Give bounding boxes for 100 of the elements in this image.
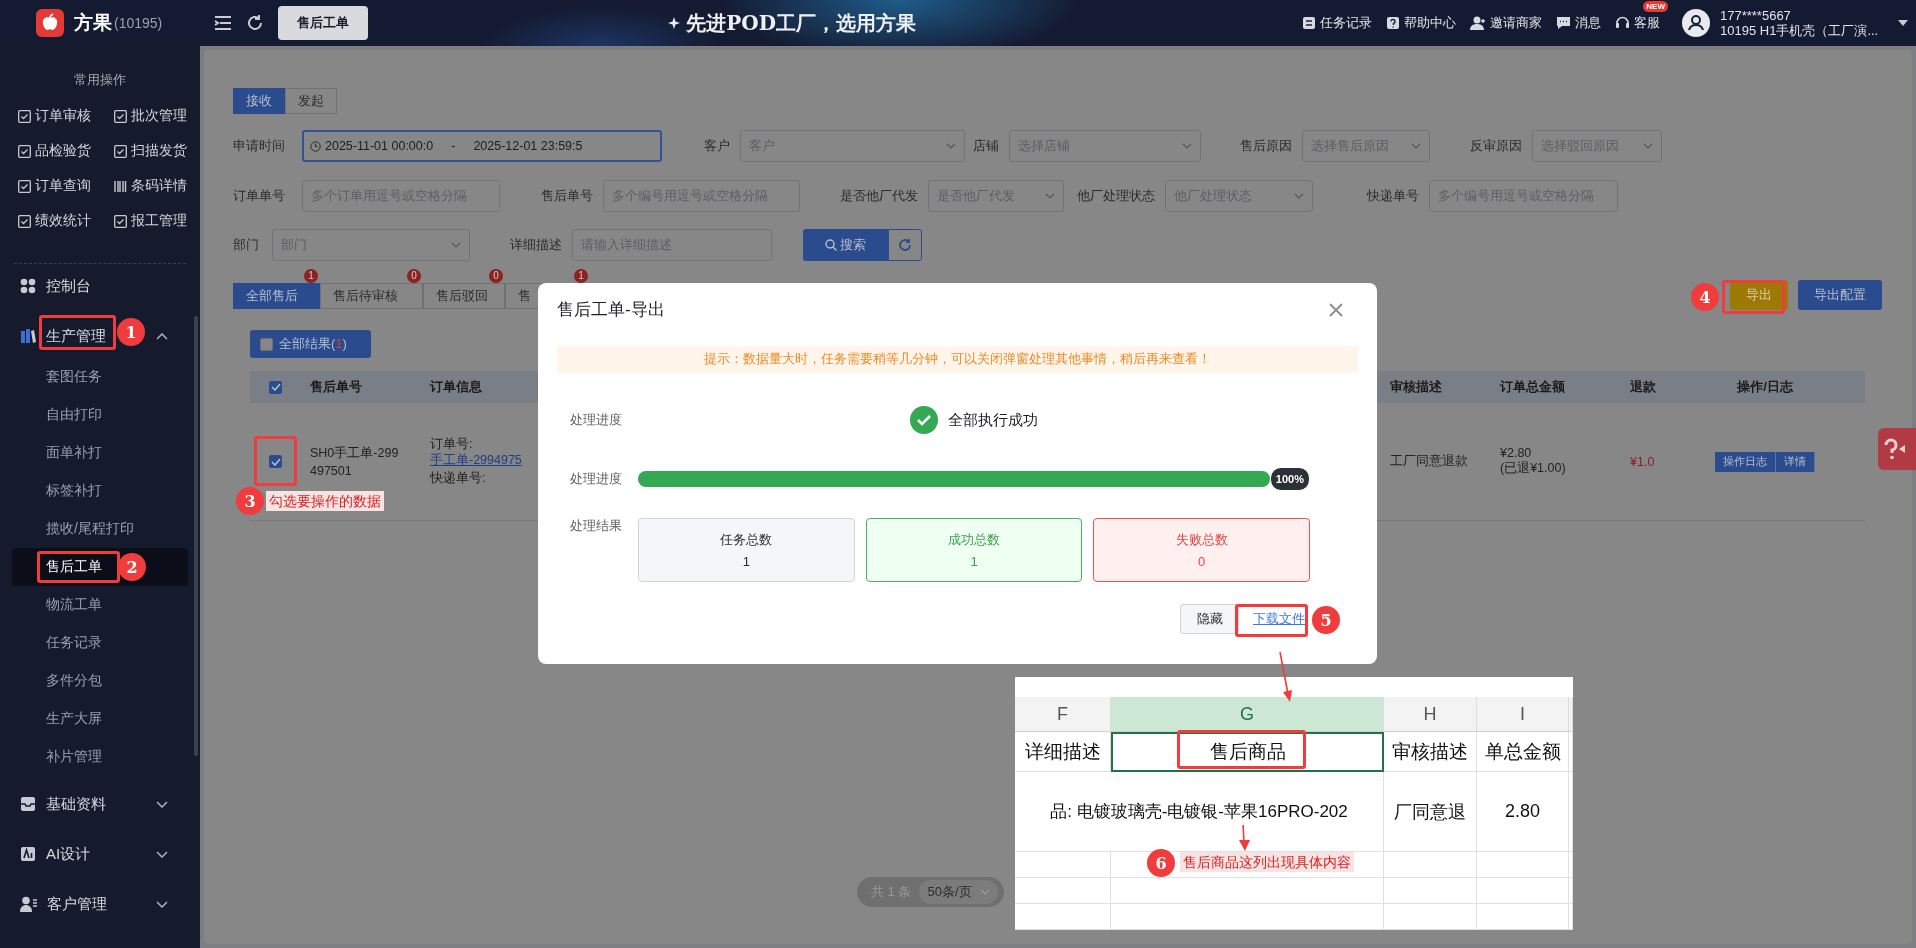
column-header: 订单总金额 [1500, 378, 1565, 396]
header-link[interactable]: 消息 [1556, 14, 1601, 32]
header-link[interactable]: 任务记录 [1302, 14, 1372, 32]
amount: ¥2.80 [1500, 446, 1532, 460]
header-link[interactable]: 邀请商家 [1470, 14, 1542, 32]
header-link[interactable]: 客服 [1615, 14, 1660, 32]
user-icon [20, 896, 37, 912]
submenu-item[interactable]: 补片管理 [46, 748, 102, 766]
search-button[interactable]: 搜索 [803, 229, 888, 261]
sheet-cell-text: 品: 电镀玻璃壳-电镀银-苹果16PRO-202 [1050, 801, 1348, 823]
shortcut-link[interactable]: 条码详情 [114, 174, 210, 198]
caret-icon[interactable] [1898, 20, 1908, 26]
help-tab[interactable] [1878, 428, 1916, 470]
checkbox[interactable] [260, 337, 273, 351]
chip-icon [20, 846, 36, 862]
direction-tab[interactable]: 接收 [233, 88, 285, 114]
table-cell: 工厂同意退款 [1390, 453, 1468, 470]
sheet-cell-text: 审核描述 [1392, 739, 1468, 764]
search-icon [825, 239, 837, 251]
download-link[interactable]: 下载文件 [1253, 610, 1305, 628]
form-icon [18, 144, 31, 158]
shortcut-link[interactable]: 报工管理 [114, 209, 210, 233]
menu-icon[interactable] [214, 15, 233, 31]
filter-label: 他厂处理状态 [1076, 187, 1155, 205]
submenu-item[interactable]: 揽收/尾程打印 [46, 520, 134, 538]
open-tab[interactable]: 售后工单 [278, 6, 369, 40]
submenu-item[interactable]: 物流工单 [46, 596, 102, 614]
date-range-field[interactable]: 2025-11-01 00:00:0 - 2025-12-01 23:59:5 [302, 130, 662, 162]
sheet-cell: 2.80 [1504, 801, 1540, 822]
column-header: 退款 [1630, 378, 1656, 396]
filter-label: 快递单号 [1366, 187, 1419, 205]
scrollbar[interactable] [194, 316, 198, 756]
close-icon[interactable] [1329, 302, 1343, 317]
submenu-item[interactable]: 套图任务 [46, 368, 102, 386]
submenu-item[interactable]: 自由打印 [46, 406, 102, 424]
status-tab[interactable]: 全部售后 [233, 283, 320, 309]
menu-item[interactable]: 基础资料 [20, 794, 106, 814]
action-button[interactable]: 操作日志 [1715, 451, 1776, 472]
dialog-title: 售后工单-导出 [557, 299, 665, 321]
sheet-cell-text: 售后商品 [1209, 740, 1286, 764]
field-label: 处理结果 [570, 518, 623, 535]
refresh-icon [898, 238, 912, 252]
filter-label: 是否他厂代发 [839, 187, 918, 205]
chevron-icon[interactable] [156, 800, 168, 808]
submenu-item[interactable]: 面单补打 [46, 444, 102, 462]
refunded-amount: (已退¥1.00) [1500, 460, 1566, 477]
filter-label: 详细描述 [509, 236, 562, 254]
arrow [1239, 824, 1250, 851]
result-value: 1 [970, 554, 978, 569]
express-number: 快递单号: [430, 470, 486, 487]
chevron-icon [1045, 193, 1055, 199]
menu-item[interactable]: AI设计 [20, 844, 91, 864]
result-label: 成功总数 [948, 531, 1000, 549]
chevron-icon[interactable] [156, 332, 168, 340]
column-header: 操作/日志 [1737, 378, 1793, 396]
filter-label: 申请时间 [233, 137, 286, 155]
count-badge: 0 [407, 269, 421, 283]
shortcut-link[interactable]: 绩效统计 [18, 209, 114, 233]
checkbox[interactable] [269, 380, 282, 394]
column-header: 售后单号 [310, 378, 362, 396]
filter-label: 部门 [233, 236, 260, 254]
status-tab[interactable]: 售后待审核 [320, 283, 423, 309]
shortcut-link[interactable]: 订单查询 [18, 174, 114, 198]
sheet-cell-text: 详细描述 [1024, 739, 1101, 764]
grid-icon [20, 278, 36, 294]
export-button[interactable]: 导出配置 [1798, 280, 1882, 310]
shortcut-link[interactable]: 批次管理 [114, 104, 210, 128]
header-link[interactable]: 帮助中心 [1386, 14, 1456, 32]
question-icon [1882, 438, 1908, 460]
action-button[interactable]: 详情 [1776, 451, 1815, 472]
submenu-item[interactable]: 生产大屏 [46, 710, 102, 728]
bars-icon [114, 179, 127, 193]
chevron-icon[interactable] [156, 900, 168, 908]
all-results-button[interactable]: 全部结果(1) [250, 330, 371, 358]
headset-icon [1615, 16, 1630, 30]
new-badge: NEW [1643, 1, 1668, 12]
menu-item[interactable]: 客户管理 [20, 894, 107, 914]
submenu-item[interactable]: 任务记录 [46, 634, 102, 652]
checkbox[interactable] [269, 455, 282, 468]
chevron-icon [979, 889, 990, 895]
account-id: (10195) [114, 15, 163, 31]
direction-tab[interactable]: 发起 [285, 88, 337, 114]
hide-button[interactable]: 隐藏 [1180, 604, 1239, 634]
filter-label: 订单单号 [233, 187, 286, 205]
column-letter: G [1111, 697, 1384, 732]
shortcut-link[interactable]: 订单审核 [18, 104, 114, 128]
form-icon [18, 214, 31, 228]
menu-item[interactable]: 控制台 [20, 276, 91, 296]
order-number: 订单号: 手工单-2994975 [430, 436, 522, 468]
refresh-icon[interactable] [246, 14, 265, 32]
chevron-icon[interactable] [156, 850, 168, 858]
shortcut-link[interactable]: 品检验货 [18, 139, 114, 163]
avatar-icon[interactable] [1682, 9, 1710, 37]
submenu-item[interactable]: 标签补打 [46, 482, 102, 500]
submenu-item[interactable]: 多件分包 [46, 672, 102, 690]
menu-item[interactable]: 生产管理 [20, 326, 106, 346]
shortcut-link[interactable]: 扫描发货 [114, 139, 210, 163]
submenu-item[interactable]: 售后工单 [46, 558, 102, 576]
status-tab[interactable]: 售后驳回 [423, 283, 505, 309]
column-header: 审核描述 [1390, 378, 1442, 396]
